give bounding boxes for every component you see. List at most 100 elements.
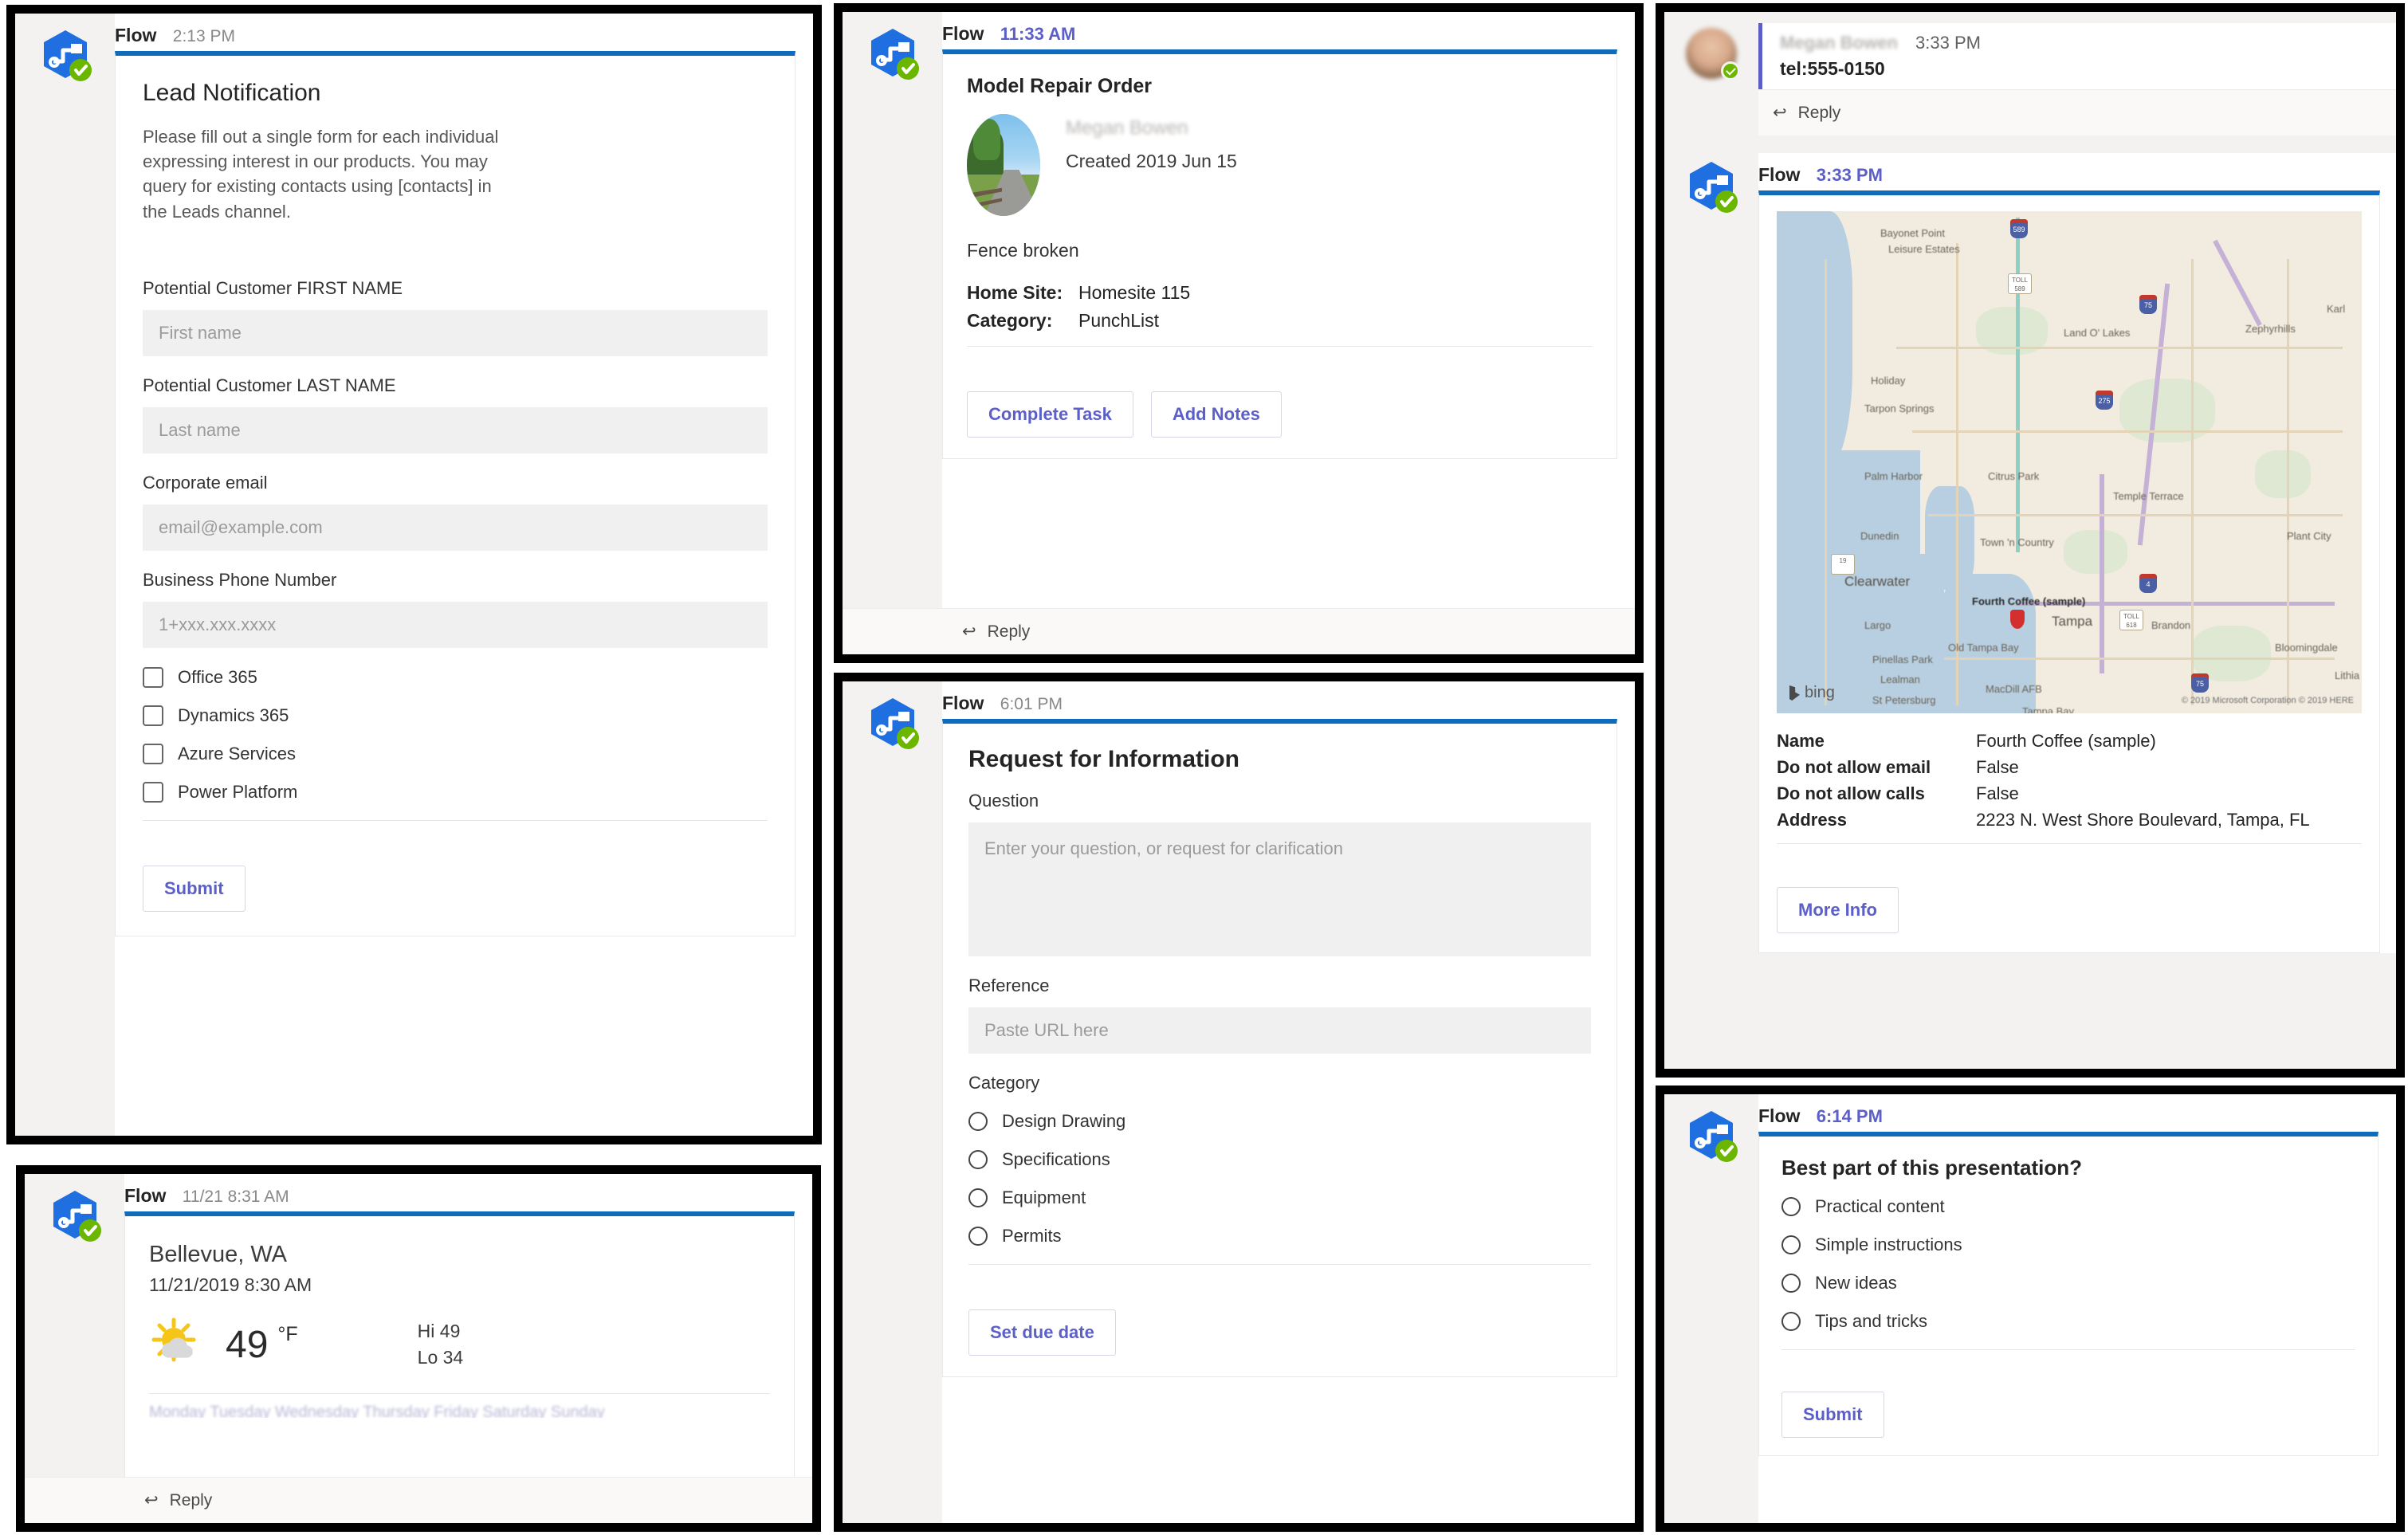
page-title: Lead Notification (143, 80, 321, 106)
bot-name: Flow (942, 23, 984, 44)
timestamp: 11/21 8:31 AM (182, 1188, 289, 1206)
weather-low: Lo 34 (417, 1347, 464, 1368)
checkbox-office-365[interactable]: Office 365 (143, 666, 768, 688)
card-description: Please fill out a single form for each i… (143, 127, 499, 222)
panel-model-repair-order: Flow 11:33 AM Model Repair Order Megan B… (834, 3, 1644, 663)
reply-bar[interactable]: ↩ Reply (843, 608, 1635, 654)
checkbox-dynamics-365[interactable]: Dynamics 365 (143, 705, 768, 726)
question-textarea[interactable]: Enter your question, or request for clar… (968, 822, 1591, 956)
radio-simple-instructions[interactable]: Simple instructions (1781, 1235, 2355, 1255)
checkbox-power-platform[interactable]: Power Platform (143, 781, 768, 803)
radio-icon[interactable] (1781, 1197, 1801, 1216)
complete-task-button[interactable]: Complete Task (967, 391, 1133, 438)
radio-new-ideas[interactable]: New ideas (1781, 1273, 2355, 1294)
highway-shield-icon: 589 (2010, 219, 2028, 238)
checkbox-label: Office 365 (178, 666, 257, 687)
adaptive-card-poll: Best part of this presentation? Practica… (1758, 1132, 2379, 1456)
radio-icon[interactable] (968, 1188, 988, 1207)
phone-input[interactable]: 1+xxx.xxx.xxxx (143, 601, 768, 648)
message-gutter (1664, 23, 1758, 135)
message-header: Flow 6:14 PM (1758, 1094, 2379, 1132)
toll-marker-icon: TOLL 618 (2119, 610, 2143, 630)
field-first-name: Potential Customer FIRST NAME First name (143, 278, 768, 356)
map-label: Bloomingdale (2275, 642, 2338, 654)
last-name-input[interactable]: Last name (143, 406, 768, 453)
detail-key: Do not allow calls (1777, 783, 1925, 803)
bot-name: Flow (942, 693, 984, 713)
timestamp: 3:33 PM (1816, 165, 1883, 185)
radio-icon[interactable] (1781, 1274, 1801, 1293)
checkbox-icon[interactable] (143, 666, 163, 688)
detail-row: Do not allow email False (1777, 757, 2362, 778)
panel-weather: Flow 11/21 8:31 AM Bellevue, WA 11/21/20… (16, 1165, 821, 1532)
map-label: Land O' Lakes (2064, 327, 2131, 339)
radio-practical-content[interactable]: Practical content (1781, 1196, 2355, 1217)
avatar (1686, 28, 1740, 80)
field-business-phone: Business Phone Number 1+xxx.xxx.xxxx (143, 570, 768, 648)
assignee-name: Megan Bowen (1066, 117, 1188, 139)
adaptive-card-rfi: Request for Information Question Enter y… (942, 719, 1617, 1377)
bing-logo: bing (1789, 684, 1835, 702)
divider (143, 819, 768, 821)
radio-icon[interactable] (968, 1112, 988, 1131)
more-info-button[interactable]: More Info (1777, 887, 1899, 933)
reply-bar[interactable]: ↩ Reply (1758, 89, 2396, 135)
field-label: Business Phone Number (143, 569, 337, 590)
radio-equipment[interactable]: Equipment (968, 1188, 1591, 1208)
map-label: Clearwater (1844, 574, 1911, 589)
map-label: St Petersburg (1872, 694, 1936, 706)
checkbox-icon[interactable] (143, 743, 163, 764)
highway-shield-icon: 4 (2139, 574, 2157, 593)
radio-permits[interactable]: Permits (968, 1226, 1591, 1246)
map-label: Dunedin (1860, 530, 1899, 542)
message-gutter (25, 1174, 124, 1477)
map-label: Pinellas Park (1872, 654, 1933, 665)
radio-icon[interactable] (1781, 1312, 1801, 1331)
timestamp: 6:14 PM (1816, 1106, 1883, 1126)
submit-button[interactable]: Submit (143, 865, 246, 912)
reply-bar[interactable]: ↩ Reply (25, 1477, 812, 1523)
map-label: Karl (2327, 303, 2346, 315)
set-due-date-button[interactable]: Set due date (968, 1309, 1116, 1356)
radio-icon[interactable] (968, 1227, 988, 1246)
person-message: Megan Bowen 3:33 PM tel:555-0150 (1758, 23, 2396, 89)
location-pin-icon (2010, 610, 2025, 629)
repair-photo (967, 114, 1040, 216)
radio-design-drawing[interactable]: Design Drawing (968, 1111, 1591, 1132)
radio-label: Equipment (1002, 1188, 1086, 1207)
checkbox-label: Dynamics 365 (178, 705, 289, 725)
flow-bot-avatar (45, 1187, 104, 1246)
message-gutter (1664, 1094, 1758, 1523)
map-pin-label: Fourth Coffee (sample) (1972, 595, 2086, 607)
radio-tips-and-tricks[interactable]: Tips and tricks (1781, 1311, 2355, 1332)
email-input[interactable]: email@example.com (143, 504, 768, 551)
weather-temperature: 49 (226, 1323, 269, 1366)
map-label: Largo (1864, 619, 1891, 631)
detail-value: PunchList (1078, 310, 1160, 331)
checkbox-azure-services[interactable]: Azure Services (143, 743, 768, 764)
detail-home-site: Home Site: Homesite 115 (967, 282, 1593, 304)
field-label: Potential Customer LAST NAME (143, 375, 396, 395)
add-notes-button[interactable]: Add Notes (1150, 391, 1282, 438)
message-gutter (1664, 153, 1758, 953)
reply-label: Reply (169, 1490, 213, 1509)
first-name-input[interactable]: First name (143, 309, 768, 356)
detail-key: Category: (967, 310, 1053, 331)
reference-input[interactable]: Paste URL here (968, 1007, 1591, 1054)
bing-map[interactable]: 589 TOLL 589 75 275 4 75 TOLL 618 19 Bayon… (1777, 211, 2362, 713)
map-label: Citrus Park (1988, 470, 2040, 482)
highway-shield-icon: 75 (2191, 673, 2209, 693)
checkbox-icon[interactable] (143, 781, 163, 803)
radio-specifications[interactable]: Specifications (968, 1149, 1591, 1170)
weather-unit: °F (277, 1323, 298, 1345)
message-text: tel:555-0150 (1780, 58, 1885, 79)
adaptive-card-weather: Bellevue, WA 11/21/2019 8:30 AM 49 °F Hi… (124, 1211, 795, 1514)
radio-icon[interactable] (1781, 1235, 1801, 1254)
radio-icon[interactable] (968, 1150, 988, 1169)
detail-row: Do not allow calls False (1777, 783, 2362, 804)
bot-name: Flow (115, 25, 157, 45)
toll-marker-icon: 19 (1831, 554, 1855, 575)
checkbox-icon[interactable] (143, 705, 163, 726)
submit-button[interactable]: Submit (1781, 1392, 1884, 1438)
map-label: Tampa Bay (2022, 705, 2075, 713)
